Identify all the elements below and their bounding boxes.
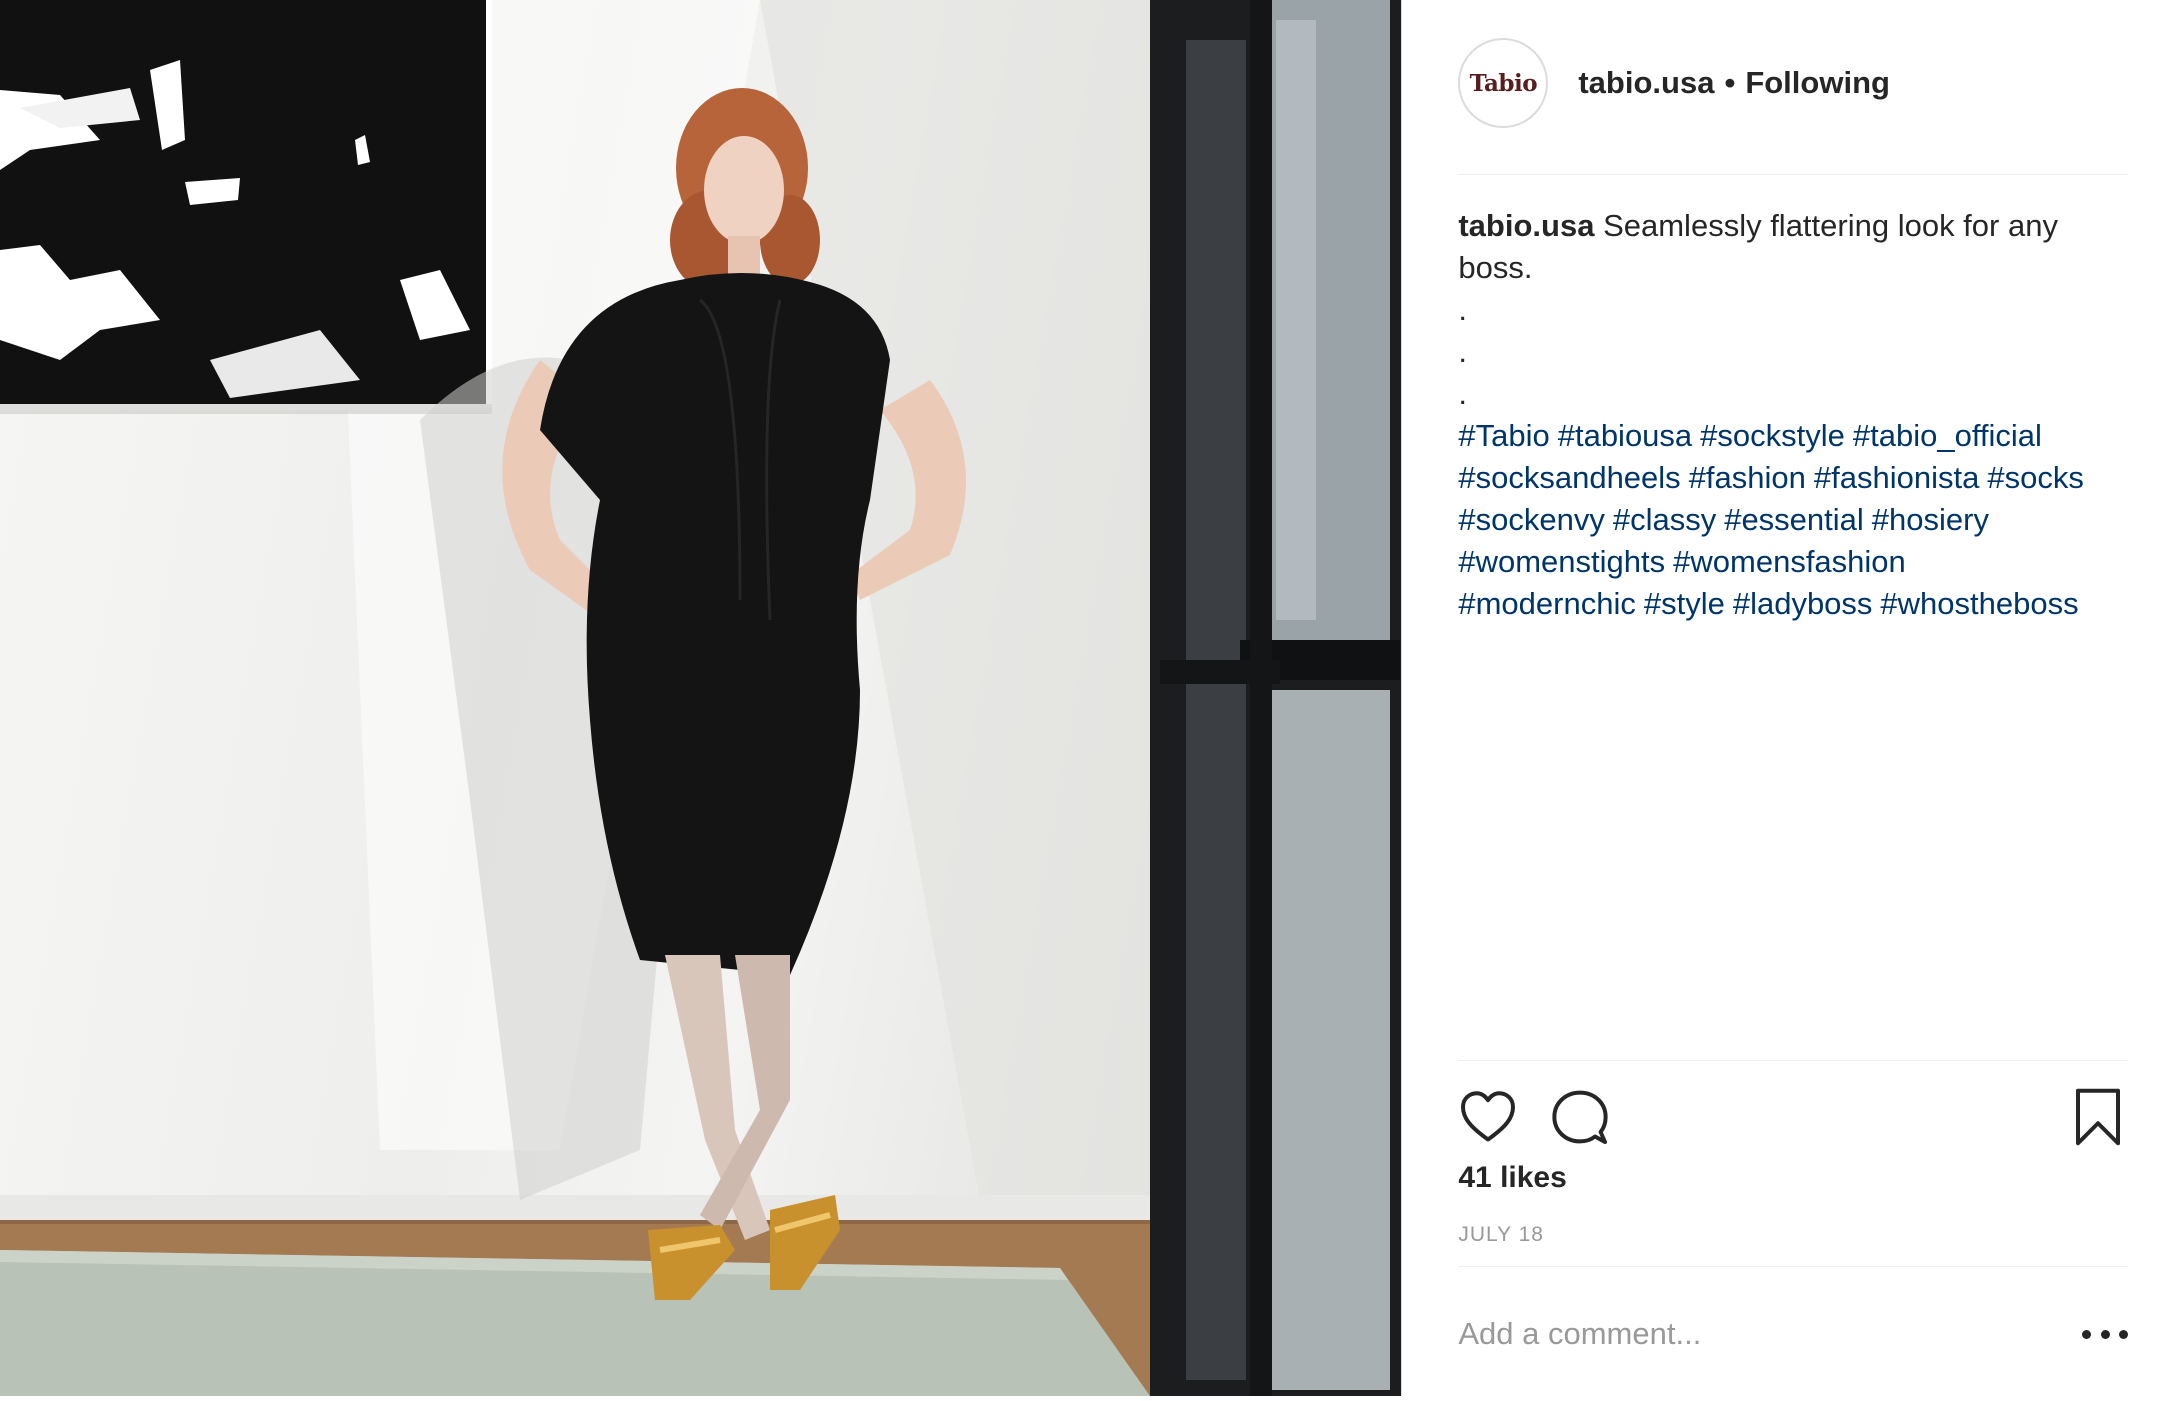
bookmark-outline-icon[interactable] [2068, 1087, 2128, 1147]
username-link[interactable]: tabio.usa [1578, 65, 1714, 101]
caption-username-link[interactable]: tabio.usa [1458, 208, 1594, 243]
hashtag-link[interactable]: #sockstyle [1700, 418, 1845, 453]
heart-outline-icon[interactable] [1458, 1087, 1518, 1147]
hashtag-link[interactable]: #tabiousa [1558, 418, 1692, 453]
ellipsis-icon[interactable] [2082, 1314, 2129, 1354]
hashtag-link[interactable]: #fashion [1689, 460, 1806, 495]
post-caption: tabio.usa Seamlessly flattering look for… [1458, 205, 2138, 625]
hashtag-link[interactable]: #hosiery [1872, 502, 1989, 537]
hashtag-list: #Tabio #tabiousa #sockstyle #tabio_official… [1458, 415, 2138, 625]
header-text: tabio.usa • Following [1578, 38, 1890, 128]
hashtag-link[interactable]: #ladyboss [1733, 586, 1873, 621]
comment-box [1458, 1266, 2129, 1401]
hashtag-link[interactable]: #socks [1987, 460, 2083, 495]
hashtag-link[interactable]: #socksandheels [1458, 460, 1680, 495]
caption-spacer-line: . [1458, 376, 1467, 411]
hashtag-link[interactable]: #essential [1724, 502, 1864, 537]
hashtag-link[interactable]: #modernchic [1458, 586, 1635, 621]
avatar-logo-text: Tabio [1469, 69, 1538, 97]
ellipsis-dot [2100, 1329, 2110, 1339]
hashtag-link[interactable]: #Tabio [1458, 418, 1549, 453]
post-date: JULY 18 [1458, 1223, 1544, 1246]
separator-dot: • [1724, 65, 1736, 100]
post-photo[interactable] [0, 0, 1403, 1396]
ellipsis-dot [2082, 1329, 2092, 1339]
caption-spacer-line: . [1458, 292, 1467, 327]
instagram-post: Tabio tabio.usa • Following tabio.usa Se… [0, 0, 2184, 1400]
hashtag-link[interactable]: #fashionista [1814, 460, 1979, 495]
likes-count[interactable]: 41 likes [1458, 1161, 1566, 1195]
avatar[interactable]: Tabio [1458, 38, 1549, 128]
hashtag-link[interactable]: #womenstights [1458, 544, 1665, 579]
post-header: Tabio tabio.usa • Following [1458, 38, 2129, 175]
action-bar [1458, 1060, 2129, 1171]
comment-input[interactable] [1458, 1316, 2083, 1352]
hashtag-link[interactable]: #sockenvy [1458, 502, 1604, 537]
hashtag-link[interactable]: #whostheboss [1880, 586, 2078, 621]
hashtag-link[interactable]: #classy [1613, 502, 1716, 537]
ellipsis-dot [2119, 1329, 2129, 1339]
hashtag-link[interactable]: #womensfashion [1673, 544, 1906, 579]
following-button[interactable]: Following [1745, 65, 1890, 101]
speech-bubble-icon[interactable] [1550, 1087, 1610, 1147]
post-photo-illustration [0, 0, 1402, 1396]
hashtag-link[interactable]: #tabio_official [1853, 418, 2042, 453]
hashtag-link[interactable]: #style [1644, 586, 1725, 621]
post-sidebar: Tabio tabio.usa • Following tabio.usa Se… [1402, 0, 2184, 1400]
caption-spacer-line: . [1458, 334, 1467, 369]
caption-body: tabio.usa Seamlessly flattering look for… [1458, 205, 2138, 289]
